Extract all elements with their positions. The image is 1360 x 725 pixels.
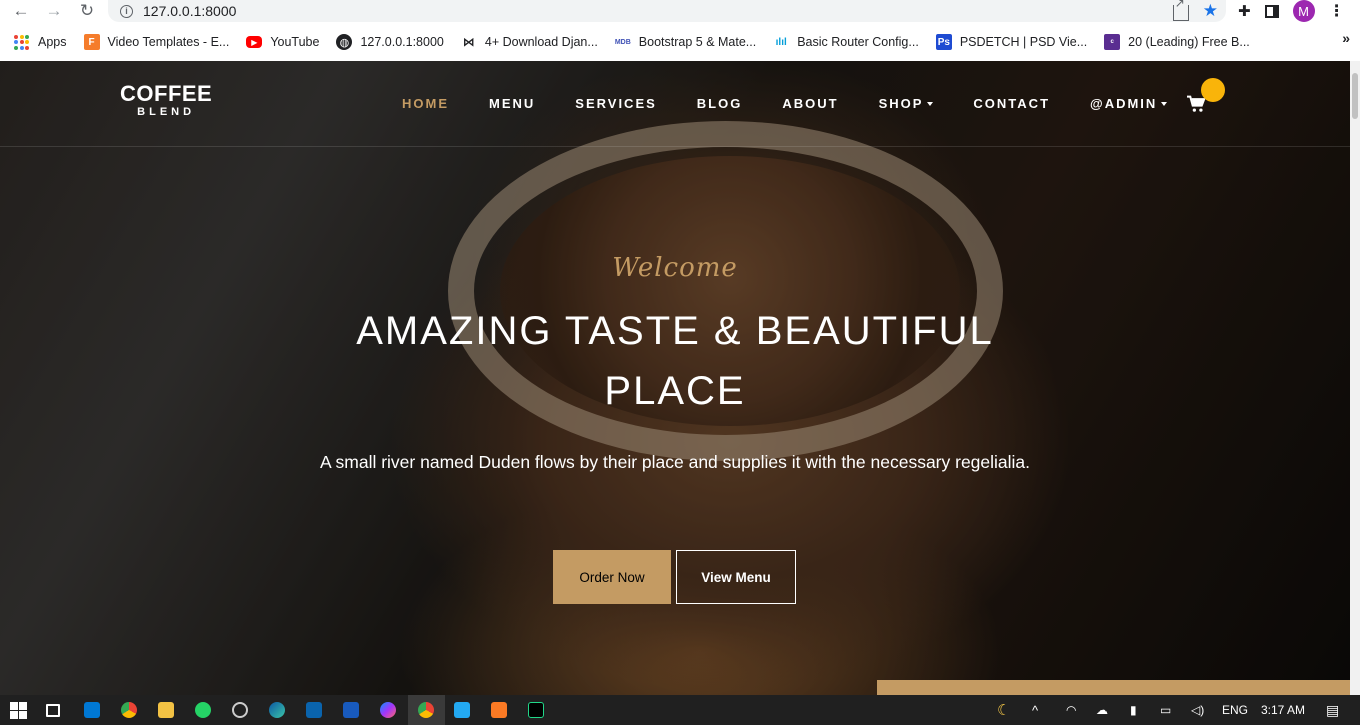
bookmark-label: 127.0.0.1:8000 bbox=[360, 35, 444, 49]
bookmark-star-icon[interactable]: ★ bbox=[1203, 2, 1218, 21]
store-icon[interactable] bbox=[84, 702, 100, 718]
bookmarks-bar: Apps F Video Templates - E... ▶ YouTube … bbox=[0, 30, 1360, 54]
bookmark-localhost[interactable]: ◍ 127.0.0.1:8000 bbox=[336, 34, 444, 50]
bowtie-icon: ⋈ bbox=[462, 35, 475, 49]
more-bookmarks-icon[interactable]: » bbox=[1342, 30, 1350, 46]
hero-headline: AMAZING TASTE & BEAUTIFUL PLACE bbox=[356, 309, 994, 413]
hero-welcome: Welcome bbox=[612, 253, 738, 283]
nav-services[interactable]: SERVICES bbox=[555, 96, 677, 111]
globe-icon: ◍ bbox=[336, 34, 353, 50]
scrollbar-thumb[interactable] bbox=[1352, 73, 1358, 119]
file-explorer-icon[interactable] bbox=[158, 702, 174, 718]
extensions-icon[interactable]: ✚ bbox=[1238, 2, 1251, 20]
obs-icon[interactable] bbox=[232, 702, 248, 718]
messenger-icon[interactable] bbox=[380, 702, 396, 718]
volume-icon[interactable]: ◁) bbox=[1191, 695, 1204, 725]
cart-badge[interactable] bbox=[1201, 78, 1225, 102]
notifications-icon[interactable]: ▤ bbox=[1326, 695, 1339, 725]
nav-shop[interactable]: SHOP bbox=[859, 96, 954, 111]
bookmark-label: Video Templates - E... bbox=[107, 35, 230, 49]
bookmark-video-templates[interactable]: F Video Templates - E... bbox=[83, 34, 230, 50]
logo-bottom: BLEND bbox=[137, 106, 196, 118]
side-panel-icon[interactable] bbox=[1264, 4, 1279, 18]
back-icon[interactable]: ← bbox=[9, 0, 33, 22]
nav-blog[interactable]: BLOG bbox=[677, 96, 763, 111]
site-header: COFFEE BLEND HOME MENU SERVICES BLOG ABO… bbox=[0, 61, 1350, 147]
mdb-icon: MDB bbox=[614, 38, 631, 46]
share-icon[interactable] bbox=[1172, 0, 1189, 21]
language-indicator[interactable]: ENG bbox=[1222, 695, 1248, 725]
cisco-icon: ılıl bbox=[775, 36, 787, 48]
colorlib-icon: c bbox=[1104, 34, 1121, 50]
mail-icon[interactable] bbox=[306, 702, 322, 718]
weather-icon[interactable]: ☾ bbox=[997, 695, 1010, 725]
forward-icon[interactable]: → bbox=[42, 0, 66, 22]
browser-toolbar: ← → ↻ i 127.0.0.1:8000 ★ ✚ M ⋮ bbox=[0, 0, 1360, 22]
profile-avatar[interactable]: M bbox=[1292, 0, 1315, 22]
nav-home[interactable]: HOME bbox=[382, 96, 469, 111]
browser-menu-icon[interactable]: ⋮ bbox=[1329, 1, 1345, 21]
page-scrollbar[interactable] bbox=[1350, 61, 1360, 695]
bookmark-youtube[interactable]: ▶ YouTube bbox=[246, 35, 319, 49]
main-nav: HOME MENU SERVICES BLOG ABOUT SHOP CONTA… bbox=[382, 96, 1187, 111]
nav-menu[interactable]: MENU bbox=[469, 96, 555, 111]
bookmark-free-templates[interactable]: c 20 (Leading) Free B... bbox=[1104, 34, 1250, 50]
clock[interactable]: 3:17 AM bbox=[1261, 695, 1305, 725]
site-info-icon[interactable]: i bbox=[120, 4, 133, 18]
bookmark-apps[interactable]: Apps bbox=[14, 34, 67, 50]
bookmark-label: 20 (Leading) Free B... bbox=[1128, 35, 1250, 49]
word-icon[interactable] bbox=[343, 702, 359, 718]
hero-background: COFFEE BLEND HOME MENU SERVICES BLOG ABO… bbox=[0, 61, 1350, 695]
windows-start-icon[interactable] bbox=[10, 702, 27, 719]
microphone-icon[interactable]: ▮ bbox=[1130, 695, 1137, 725]
reload-icon[interactable]: ↻ bbox=[75, 0, 99, 22]
xampp-icon[interactable] bbox=[491, 702, 507, 718]
view-menu-button[interactable]: View Menu bbox=[676, 550, 796, 604]
bookmark-psdetch[interactable]: Ps PSDETCH | PSD Vie... bbox=[935, 34, 1088, 50]
nav-contact[interactable]: CONTACT bbox=[953, 96, 1070, 111]
bookmark-label: Basic Router Config... bbox=[797, 35, 919, 49]
bookmark-router-config[interactable]: ılıl Basic Router Config... bbox=[773, 34, 919, 50]
pycharm-icon[interactable] bbox=[528, 702, 544, 718]
bookmark-label: Apps bbox=[38, 35, 67, 49]
nav-shop-label: SHOP bbox=[878, 96, 924, 111]
windows-taskbar: ☾ ^ ◠ ☁ ▮ ▭ ◁) ENG 3:17 AM ▤ bbox=[0, 695, 1360, 725]
url-text[interactable]: 127.0.0.1:8000 bbox=[143, 3, 236, 19]
whatsapp-icon[interactable] bbox=[195, 702, 211, 718]
apps-grid-icon bbox=[14, 34, 30, 50]
site-logo[interactable]: COFFEE BLEND bbox=[120, 83, 212, 119]
nav-admin[interactable]: @ADMIN bbox=[1070, 96, 1187, 111]
bookmark-label: 4+ Download Djan... bbox=[484, 35, 598, 49]
hero-subtitle: A small river named Duden flows by their… bbox=[319, 452, 1031, 472]
edge-icon[interactable] bbox=[269, 702, 285, 718]
bookmark-label: PSDETCH | PSD Vie... bbox=[959, 35, 1088, 49]
battery-icon[interactable]: ▭ bbox=[1160, 695, 1171, 725]
nav-about[interactable]: ABOUT bbox=[762, 96, 858, 111]
bookmark-label: Bootstrap 5 & Mate... bbox=[638, 35, 757, 49]
chevron-up-icon[interactable]: ^ bbox=[1032, 695, 1038, 725]
wifi-icon[interactable]: ◠ bbox=[1066, 695, 1076, 725]
photoshop-icon: Ps bbox=[935, 34, 952, 50]
envato-icon: F bbox=[83, 34, 100, 50]
chrome-icon[interactable] bbox=[121, 702, 137, 718]
task-view-icon[interactable] bbox=[46, 704, 60, 717]
logo-top: COFFEE bbox=[120, 81, 213, 106]
section-accent-bar bbox=[877, 680, 1350, 695]
chrome-active-icon[interactable] bbox=[418, 702, 434, 718]
chevron-down-icon bbox=[1161, 101, 1168, 106]
chevron-down-icon bbox=[927, 101, 934, 106]
onedrive-icon[interactable]: ☁ bbox=[1096, 695, 1108, 725]
bookmark-download-django[interactable]: ⋈ 4+ Download Djan... bbox=[461, 34, 598, 50]
youtube-icon: ▶ bbox=[246, 36, 263, 48]
bookmark-label: YouTube bbox=[270, 35, 320, 49]
address-bar[interactable]: i 127.0.0.1:8000 ★ bbox=[108, 0, 1226, 22]
bookmark-bootstrap[interactable]: MDB Bootstrap 5 & Mate... bbox=[615, 34, 756, 50]
order-now-button[interactable]: Order Now bbox=[553, 550, 671, 604]
nav-admin-label: @ADMIN bbox=[1090, 96, 1158, 111]
vscode-icon[interactable] bbox=[454, 702, 470, 718]
